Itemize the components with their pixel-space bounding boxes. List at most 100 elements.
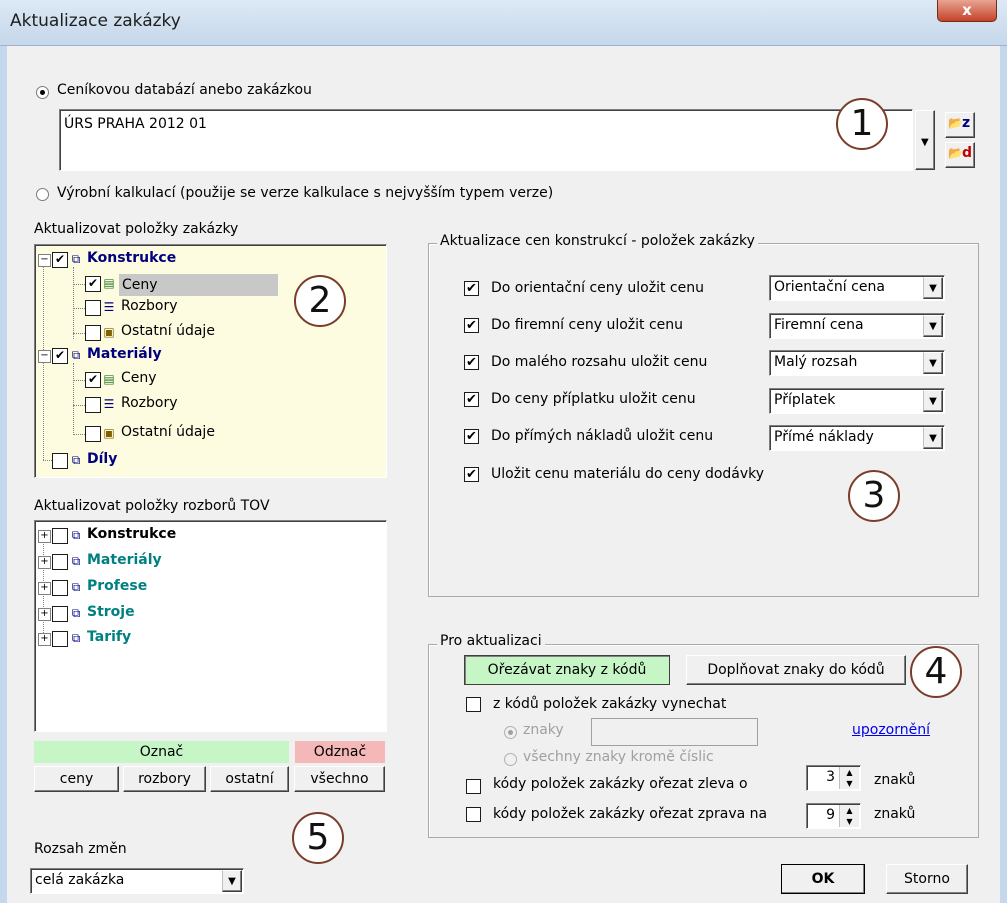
value-priplatek: Příplatek <box>774 392 836 408</box>
unmark-label: Odznač <box>295 741 385 763</box>
folder-open-icon: 📂 <box>948 116 963 130</box>
checkbox-tarify[interactable] <box>52 631 68 647</box>
checkbox-trim-left[interactable] <box>466 779 481 794</box>
checkbox-materialy[interactable] <box>52 554 68 570</box>
trim-right-spinner[interactable]: 9 ▲ ▼ <box>806 803 861 829</box>
arrow-up-icon[interactable]: ▲ <box>840 805 859 816</box>
cancel-button[interactable]: Storno <box>886 864 968 894</box>
select-orientacni[interactable]: Orientační cena ▼ <box>769 275 945 301</box>
mark-vsechno-button[interactable]: všechno <box>294 766 385 792</box>
trim-chars-button[interactable]: Ořezávat znaky z kódů <box>464 655 670 685</box>
expand-icon[interactable]: + <box>38 633 51 646</box>
checkbox-rozbory[interactable] <box>85 397 101 413</box>
checkbox-ostatni[interactable] <box>85 426 101 442</box>
select-maly-rozsah[interactable]: Malý rozsah ▼ <box>769 350 945 376</box>
tree1-item-ceny-selected[interactable]: Ceny <box>119 274 278 296</box>
arrow-down-icon[interactable]: ▼ <box>840 816 859 827</box>
tree-line <box>73 405 85 406</box>
mark-label: Označ <box>34 741 289 763</box>
arrow-up-icon[interactable]: ▲ <box>840 767 859 778</box>
checkbox-rozbory[interactable] <box>85 300 101 316</box>
tree1-item-ceny[interactable]: Ceny <box>121 370 157 386</box>
chevron-down-icon[interactable]: ▼ <box>923 315 943 337</box>
spinner-arrows[interactable]: ▲ ▼ <box>839 767 859 789</box>
trim-left-spinner[interactable]: 3 ▲ ▼ <box>806 765 861 791</box>
chevron-down-icon[interactable]: ▼ <box>923 390 943 412</box>
chevron-down-icon[interactable]: ▼ <box>923 277 943 299</box>
tree2-panel[interactable]: + ⧉ Konstrukce + ⧉ Materiály + ⧉ Profese… <box>34 520 387 732</box>
radio-all-but-digits[interactable] <box>504 753 517 766</box>
arrow-down-icon[interactable]: ▼ <box>840 778 859 789</box>
label-firemni: Do firemní ceny uložit cenu <box>491 317 684 333</box>
window-frame-left <box>0 46 7 903</box>
checkbox-orientacni[interactable]: ✔ <box>464 281 479 296</box>
database-dropdown-button[interactable]: ▼ <box>915 110 935 170</box>
expand-icon[interactable]: + <box>38 530 51 543</box>
checkbox-konstrukce[interactable] <box>52 528 68 544</box>
warning-link[interactable]: upozornění <box>852 722 930 738</box>
tree1-item-ostatni[interactable]: Ostatní údaje <box>121 424 215 440</box>
collapse-icon[interactable]: − <box>38 254 51 267</box>
checkbox-omit-chars[interactable] <box>466 697 481 712</box>
tree2-item-konstrukce[interactable]: Konstrukce <box>87 526 176 542</box>
expand-icon[interactable]: + <box>38 556 51 569</box>
tree1-item-ostatni[interactable]: Ostatní údaje <box>121 323 215 339</box>
tree1-item-rozbory[interactable]: Rozbory <box>121 395 178 411</box>
label-trim-right: kódy položek zakázky ořezat zprava na <box>493 806 768 822</box>
label-radio-chars: znaky <box>523 722 564 738</box>
checkbox-materialy[interactable]: ✔ <box>52 348 68 364</box>
tree2-item-materialy[interactable]: Materiály <box>87 552 162 568</box>
chevron-down-icon[interactable]: ▼ <box>923 352 943 374</box>
chevron-down-icon[interactable]: ▼ <box>222 870 242 892</box>
ok-button[interactable]: OK <box>781 864 865 894</box>
checkbox-ceny[interactable]: ✔ <box>85 372 101 388</box>
select-priplatek[interactable]: Příplatek ▼ <box>769 388 945 414</box>
collapse-icon[interactable]: − <box>38 350 51 363</box>
radio-chars[interactable] <box>504 726 517 739</box>
checkbox-profese[interactable] <box>52 580 68 596</box>
spinner-arrows[interactable]: ▲ ▼ <box>839 805 859 827</box>
scope-value: celá zakázka <box>35 872 125 888</box>
callout-1: 1 <box>836 98 888 150</box>
checkbox-ostatni[interactable] <box>85 325 101 341</box>
checkbox-trim-right[interactable] <box>466 807 481 822</box>
checkbox-ceny[interactable]: ✔ <box>85 276 101 292</box>
open-database-button[interactable]: 📂 d <box>945 142 975 168</box>
trim-right-value: 9 <box>826 807 835 823</box>
checkbox-stroje[interactable] <box>52 606 68 622</box>
mark-ceny-button[interactable]: ceny <box>34 766 119 792</box>
radio-database[interactable] <box>36 86 49 99</box>
mark-ostatni-button[interactable]: ostatní <box>210 766 289 792</box>
checkbox-konstrukce[interactable]: ✔ <box>52 252 68 268</box>
radio-calculation[interactable] <box>36 188 49 201</box>
tree2-item-profese[interactable]: Profese <box>87 578 147 594</box>
tree1-item-konstrukce[interactable]: Konstrukce <box>87 250 176 266</box>
checkbox-firemni[interactable]: ✔ <box>464 318 479 333</box>
label-omit-chars: z kódů položek zakázky vynechat <box>493 696 727 712</box>
tree1-item-dily[interactable]: Díly <box>87 451 117 467</box>
tree2-item-stroje[interactable]: Stroje <box>87 604 135 620</box>
unit-right: znaků <box>874 806 916 822</box>
scope-select[interactable]: celá zakázka ▼ <box>30 868 244 894</box>
checkbox-prime-naklady[interactable]: ✔ <box>464 429 479 444</box>
checkbox-priplatek[interactable]: ✔ <box>464 392 479 407</box>
tree-line <box>73 267 74 339</box>
tree1-item-rozbory[interactable]: Rozbory <box>121 298 178 314</box>
open-zakazka-button[interactable]: 📂 z <box>945 112 975 138</box>
mark-rozbory-button[interactable]: rozbory <box>123 766 206 792</box>
prices-icon: ▤ <box>103 276 115 290</box>
expand-icon[interactable]: + <box>38 582 51 595</box>
database-field[interactable]: ÚRS PRAHA 2012 01 <box>59 109 913 171</box>
tree2-item-tarify[interactable]: Tarify <box>87 629 131 645</box>
chevron-down-icon[interactable]: ▼ <box>923 427 943 449</box>
select-prime-naklady[interactable]: Přímé náklady ▼ <box>769 425 945 451</box>
fill-chars-button[interactable]: Doplňovat znaky do kódů <box>686 655 906 685</box>
checkbox-dily[interactable] <box>52 453 68 469</box>
chars-input[interactable] <box>591 718 758 746</box>
select-firemni[interactable]: Firemní cena ▼ <box>769 313 945 339</box>
checkbox-maly-rozsah[interactable]: ✔ <box>464 355 479 370</box>
expand-icon[interactable]: + <box>38 608 51 621</box>
close-button[interactable]: x <box>937 0 997 22</box>
tree1-item-materialy[interactable]: Materiály <box>87 346 162 362</box>
checkbox-material-dodavka[interactable]: ✔ <box>464 467 479 482</box>
